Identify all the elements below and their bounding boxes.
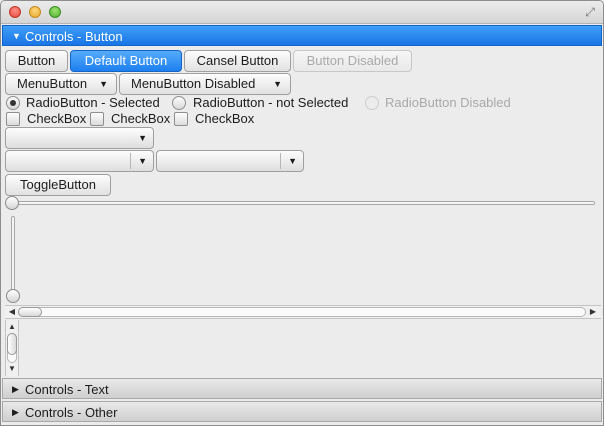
combo-box-1[interactable]: ▼ bbox=[5, 127, 154, 149]
menu-button[interactable]: MenuButton ▼ bbox=[5, 73, 117, 95]
default-button[interactable]: Default Button bbox=[70, 50, 182, 72]
menu-button-disabled-label: MenuButton Disabled bbox=[131, 76, 256, 91]
pane-header-controls-other[interactable]: ▶ Controls - Other bbox=[2, 401, 602, 422]
combo-box-2[interactable]: ▼ bbox=[5, 150, 154, 172]
disabled-button: Button Disabled bbox=[293, 50, 412, 72]
radio-not-selected-label: RadioButton - not Selected bbox=[193, 95, 349, 110]
pane-header-controls-button[interactable]: ▼ Controls - Button bbox=[2, 25, 602, 46]
collapsed-triangle-icon: ▶ bbox=[12, 407, 19, 417]
checkbox-2[interactable] bbox=[90, 112, 104, 126]
checkbox-2-label: CheckBox bbox=[111, 111, 171, 126]
scroll-left-icon[interactable]: ◀ bbox=[6, 306, 18, 318]
combo-box-3[interactable]: ▼ bbox=[156, 150, 304, 172]
pane-title: Controls - Button bbox=[25, 29, 123, 44]
close-window-button[interactable] bbox=[9, 6, 21, 18]
radio-disabled bbox=[365, 96, 379, 110]
menu-button-label: MenuButton bbox=[17, 76, 88, 91]
collapsed-triangle-icon: ▶ bbox=[12, 384, 19, 394]
app-window: ⤢ ▼ Controls - Button Button Default But… bbox=[0, 0, 604, 426]
radio-selected[interactable] bbox=[6, 96, 20, 110]
checkbox-3[interactable] bbox=[174, 112, 188, 126]
radio-not-selected[interactable] bbox=[172, 96, 186, 110]
scroll-up-icon[interactable]: ▲ bbox=[6, 321, 18, 333]
toggle-button[interactable]: ToggleButton bbox=[5, 174, 111, 196]
radio-disabled-label: RadioButton Disabled bbox=[385, 95, 511, 110]
radio-selected-label: RadioButton - Selected bbox=[26, 95, 160, 110]
scroll-right-icon[interactable]: ▶ bbox=[587, 306, 599, 318]
vertical-slider-track[interactable] bbox=[11, 216, 15, 296]
vertical-scroll-thumb[interactable] bbox=[7, 333, 17, 355]
combo-divider bbox=[280, 153, 281, 169]
vertical-scrollbar[interactable]: ▲ ▼ bbox=[5, 320, 19, 376]
pane-header-controls-text[interactable]: ▶ Controls - Text bbox=[2, 378, 602, 399]
combo-divider bbox=[130, 153, 131, 169]
chevron-down-icon: ▼ bbox=[273, 79, 282, 89]
horizontal-slider-track[interactable] bbox=[7, 201, 595, 205]
horizontal-scrollbar[interactable]: ◀ ▶ bbox=[5, 305, 601, 319]
checkbox-3-label: CheckBox bbox=[195, 111, 255, 126]
chevron-down-icon: ▼ bbox=[138, 156, 147, 166]
pane-title: Controls - Text bbox=[25, 382, 109, 397]
checkbox-1-label: CheckBox bbox=[27, 111, 87, 126]
expanded-triangle-icon: ▼ bbox=[12, 31, 21, 41]
horizontal-slider-thumb[interactable] bbox=[5, 196, 19, 210]
pane-title: Controls - Other bbox=[25, 405, 118, 420]
title-bar: ⤢ bbox=[1, 1, 603, 24]
chevron-down-icon: ▼ bbox=[99, 79, 108, 89]
cancel-button[interactable]: Cansel Button bbox=[184, 50, 291, 72]
chevron-down-icon: ▼ bbox=[288, 156, 297, 166]
fullscreen-icon[interactable]: ⤢ bbox=[583, 5, 597, 19]
zoom-window-button[interactable] bbox=[49, 6, 61, 18]
horizontal-scroll-thumb[interactable] bbox=[18, 307, 42, 317]
chevron-down-icon: ▼ bbox=[138, 133, 147, 143]
button[interactable]: Button bbox=[5, 50, 68, 72]
scroll-down-icon[interactable]: ▼ bbox=[6, 363, 18, 375]
minimize-window-button[interactable] bbox=[29, 6, 41, 18]
vertical-slider-thumb[interactable] bbox=[6, 289, 20, 303]
menu-button-disabled: MenuButton Disabled ▼ bbox=[119, 73, 291, 95]
checkbox-1[interactable] bbox=[6, 112, 20, 126]
horizontal-scroll-track[interactable] bbox=[18, 307, 586, 317]
